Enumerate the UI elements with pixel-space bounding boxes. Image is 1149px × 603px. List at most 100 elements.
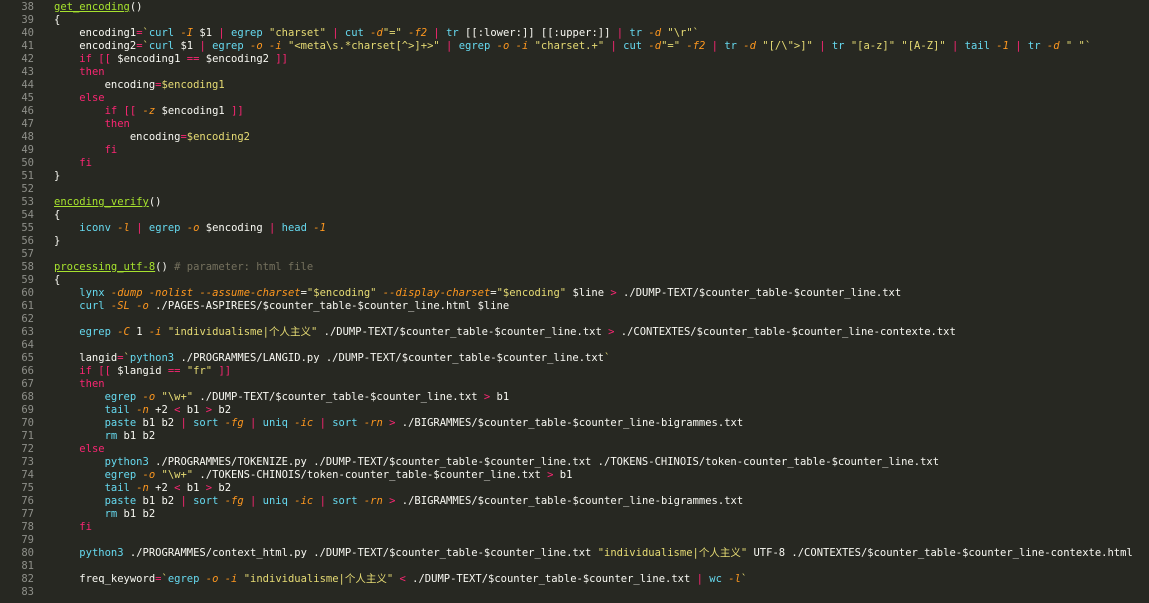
code-line[interactable]: 83: [0, 586, 1149, 599]
code-token: ./DUMP-TEXT/$counter_table-$counter_line…: [317, 326, 609, 338]
code-text: else: [54, 443, 104, 456]
code-line[interactable]: 40 encoding1=`curl -I $1 | egrep "charse…: [0, 27, 1149, 40]
code-text: iconv -l | egrep -o $encoding | head -1: [54, 222, 326, 235]
code-line[interactable]: 79: [0, 534, 1149, 547]
code-line[interactable]: 51}: [0, 170, 1149, 183]
code-line[interactable]: 61 curl -SL -o ./PAGES-ASPIREES/$counter…: [0, 300, 1149, 313]
code-line[interactable]: 59 {: [0, 274, 1149, 287]
code-text: rm b1 b2: [54, 508, 156, 521]
code-token: $encoding1: [110, 53, 187, 65]
code-token: curl: [148, 40, 175, 52]
line-number: 38: [21, 1, 34, 13]
code-token: -I: [180, 27, 194, 39]
code-token: tail: [104, 404, 137, 416]
code-line[interactable]: 66 if [[ $langid == "fr" ]]: [0, 365, 1149, 378]
code-line[interactable]: 60 lynx -dump -nolist --assume-charset="…: [0, 287, 1149, 300]
code-line[interactable]: 38 get_encoding(): [0, 1, 1149, 14]
line-number: 78: [21, 521, 34, 533]
code-token: encoding: [54, 131, 181, 143]
code-token: 1: [129, 326, 149, 338]
code-token: "charset": [269, 27, 326, 39]
code-text: }: [54, 170, 60, 183]
code-token: -d: [370, 27, 383, 39]
code-token: ./PROGRAMMES/context_html.py ./DUMP-TEXT…: [123, 547, 598, 559]
code-text: tail -n +2 < b1 > b2: [54, 404, 231, 417]
code-area[interactable]: 38 get_encoding() 39{40 encoding1=`curl -I…: [0, 1, 1149, 599]
code-token: fi: [79, 157, 92, 169]
code-text: {: [54, 274, 60, 287]
code-line[interactable]: 63 egrep -C 1 -i "individualisme|个人主义" .…: [0, 326, 1149, 339]
code-line[interactable]: 81: [0, 560, 1149, 573]
code-token: -C: [117, 326, 130, 338]
code-text: curl -SL -o ./PAGES-ASPIREES/$counter_ta…: [54, 300, 509, 313]
code-token: -1: [313, 222, 326, 234]
code-line[interactable]: 47 then: [0, 118, 1149, 131]
code-token: iconv: [79, 222, 118, 234]
code-line[interactable]: 71 rm b1 b2: [0, 430, 1149, 443]
code-line[interactable]: 72 else: [0, 443, 1149, 456]
code-token: -f2: [686, 40, 706, 52]
code-line[interactable]: 46 if [[ -z $encoding1 ]]: [0, 105, 1149, 118]
code-line[interactable]: 76 paste b1 b2 | sort -fg | uniq -ic | s…: [0, 495, 1149, 508]
code-token: ]]: [275, 53, 288, 65]
code-line[interactable]: 82 freq_keyword=`egrep -o -i "individual…: [0, 573, 1149, 586]
code-token: "[A-Z]": [901, 40, 946, 52]
line-number: 60: [21, 287, 34, 299]
code-line[interactable]: 78 fi: [0, 521, 1149, 534]
code-line[interactable]: 75 tail -n +2 < b1 > b2: [0, 482, 1149, 495]
code-line[interactable]: 48 encoding=$encoding2: [0, 131, 1149, 144]
code-token: egrep: [167, 573, 206, 585]
code-line[interactable]: 57: [0, 248, 1149, 261]
code-line[interactable]: 50 fi: [0, 157, 1149, 170]
code-line[interactable]: 80 python3 ./PROGRAMMES/context_html.py …: [0, 547, 1149, 560]
code-editor[interactable]: 38 get_encoding() 39{40 encoding1=`curl -I…: [0, 0, 1149, 603]
code-line[interactable]: 73 python3 ./PROGRAMMES/TOKENIZE.py ./DU…: [0, 456, 1149, 469]
code-line[interactable]: 44 encoding=$encoding1: [0, 79, 1149, 92]
line-number: 59: [21, 274, 34, 286]
code-line[interactable]: 70 paste b1 b2 | sort -fg | uniq -ic | s…: [0, 417, 1149, 430]
code-token: cut: [616, 40, 649, 52]
code-token: python3: [104, 456, 149, 468]
line-number: 66: [21, 365, 34, 377]
code-token: `: [604, 352, 611, 364]
code-token: --assume-charset: [199, 287, 301, 299]
code-line[interactable]: 55 iconv -l | egrep -o $encoding | head …: [0, 222, 1149, 235]
line-number: 41: [21, 40, 34, 52]
code-line[interactable]: 69 tail -n +2 < b1 > b2: [0, 404, 1149, 417]
code-line[interactable]: 39 {: [0, 14, 1149, 27]
code-token: lynx: [79, 287, 111, 299]
code-line[interactable]: 62: [0, 313, 1149, 326]
code-line[interactable]: 42 if [[ $encoding1 == $encoding2 ]]: [0, 53, 1149, 66]
code-token: +2: [148, 404, 175, 416]
code-line[interactable]: 52: [0, 183, 1149, 196]
code-token: sort: [186, 495, 225, 507]
line-number: 71: [21, 430, 34, 442]
code-line[interactable]: 74 egrep -o "\w+" ./TOKENS-CHINOIS/token…: [0, 469, 1149, 482]
code-token: -nolist: [148, 287, 194, 299]
code-line[interactable]: 41 encoding2=`curl $1 | egrep -o -i "<me…: [0, 40, 1149, 53]
code-line[interactable]: 67 then: [0, 378, 1149, 391]
code-line[interactable]: 77 rm b1 b2: [0, 508, 1149, 521]
code-token: ]]: [231, 105, 244, 117]
code-line[interactable]: 58 processing_utf-8() # parameter: html f…: [0, 261, 1149, 274]
code-token: "individualisme|个人主义": [243, 573, 394, 585]
code-line[interactable]: 53 encoding_verify(): [0, 196, 1149, 209]
code-line[interactable]: 49 fi: [0, 144, 1149, 157]
code-token: egrep: [104, 469, 143, 481]
code-line[interactable]: 45 else: [0, 92, 1149, 105]
line-number: 80: [21, 547, 34, 559]
code-line[interactable]: 65 langid=`python3 ./PROGRAMMES/LANGID.p…: [0, 352, 1149, 365]
code-token: "fr": [186, 365, 213, 377]
code-line[interactable]: 68 egrep -o "\w+" ./DUMP-TEXT/$counter_t…: [0, 391, 1149, 404]
code-line[interactable]: 64: [0, 339, 1149, 352]
code-text: encoding1=`curl -I $1 | egrep "charset" …: [54, 27, 699, 40]
code-line[interactable]: 54 {: [0, 209, 1149, 222]
code-line[interactable]: 43 then: [0, 66, 1149, 79]
code-line[interactable]: 56}: [0, 235, 1149, 248]
